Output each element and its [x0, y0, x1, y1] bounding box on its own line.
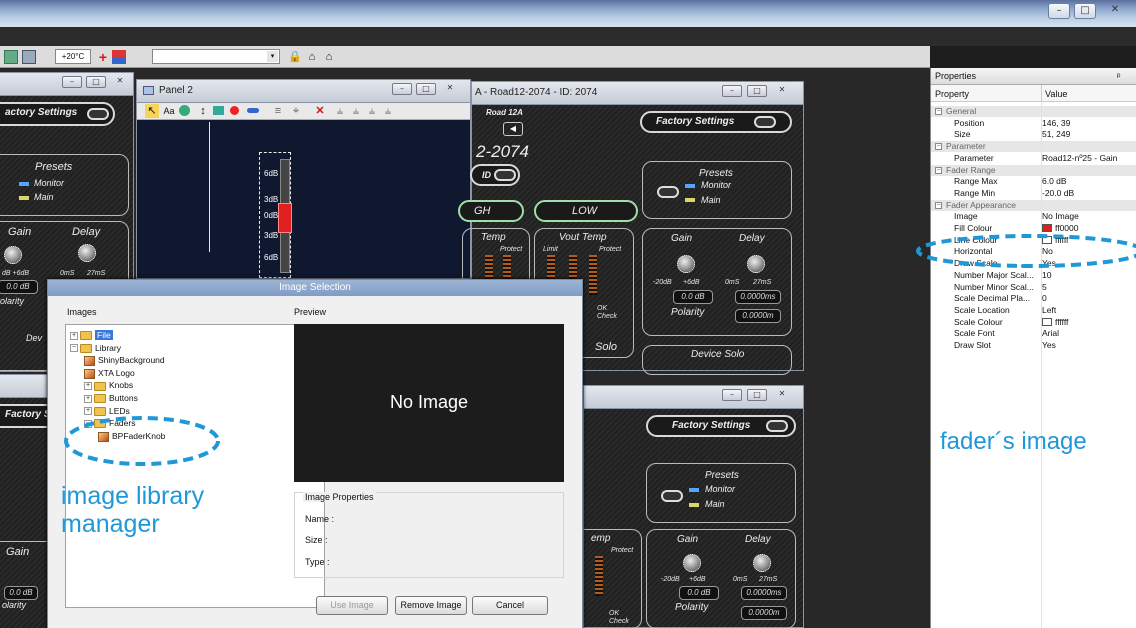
- image-property-highlight: [916, 234, 1136, 268]
- annotation-line: image library: [61, 482, 205, 510]
- library-annotation: image library manager: [61, 482, 204, 538]
- annotation-line: manager: [61, 510, 160, 538]
- library-highlight: [64, 416, 220, 466]
- fader-image-annotation: fader´s image: [940, 428, 1087, 455]
